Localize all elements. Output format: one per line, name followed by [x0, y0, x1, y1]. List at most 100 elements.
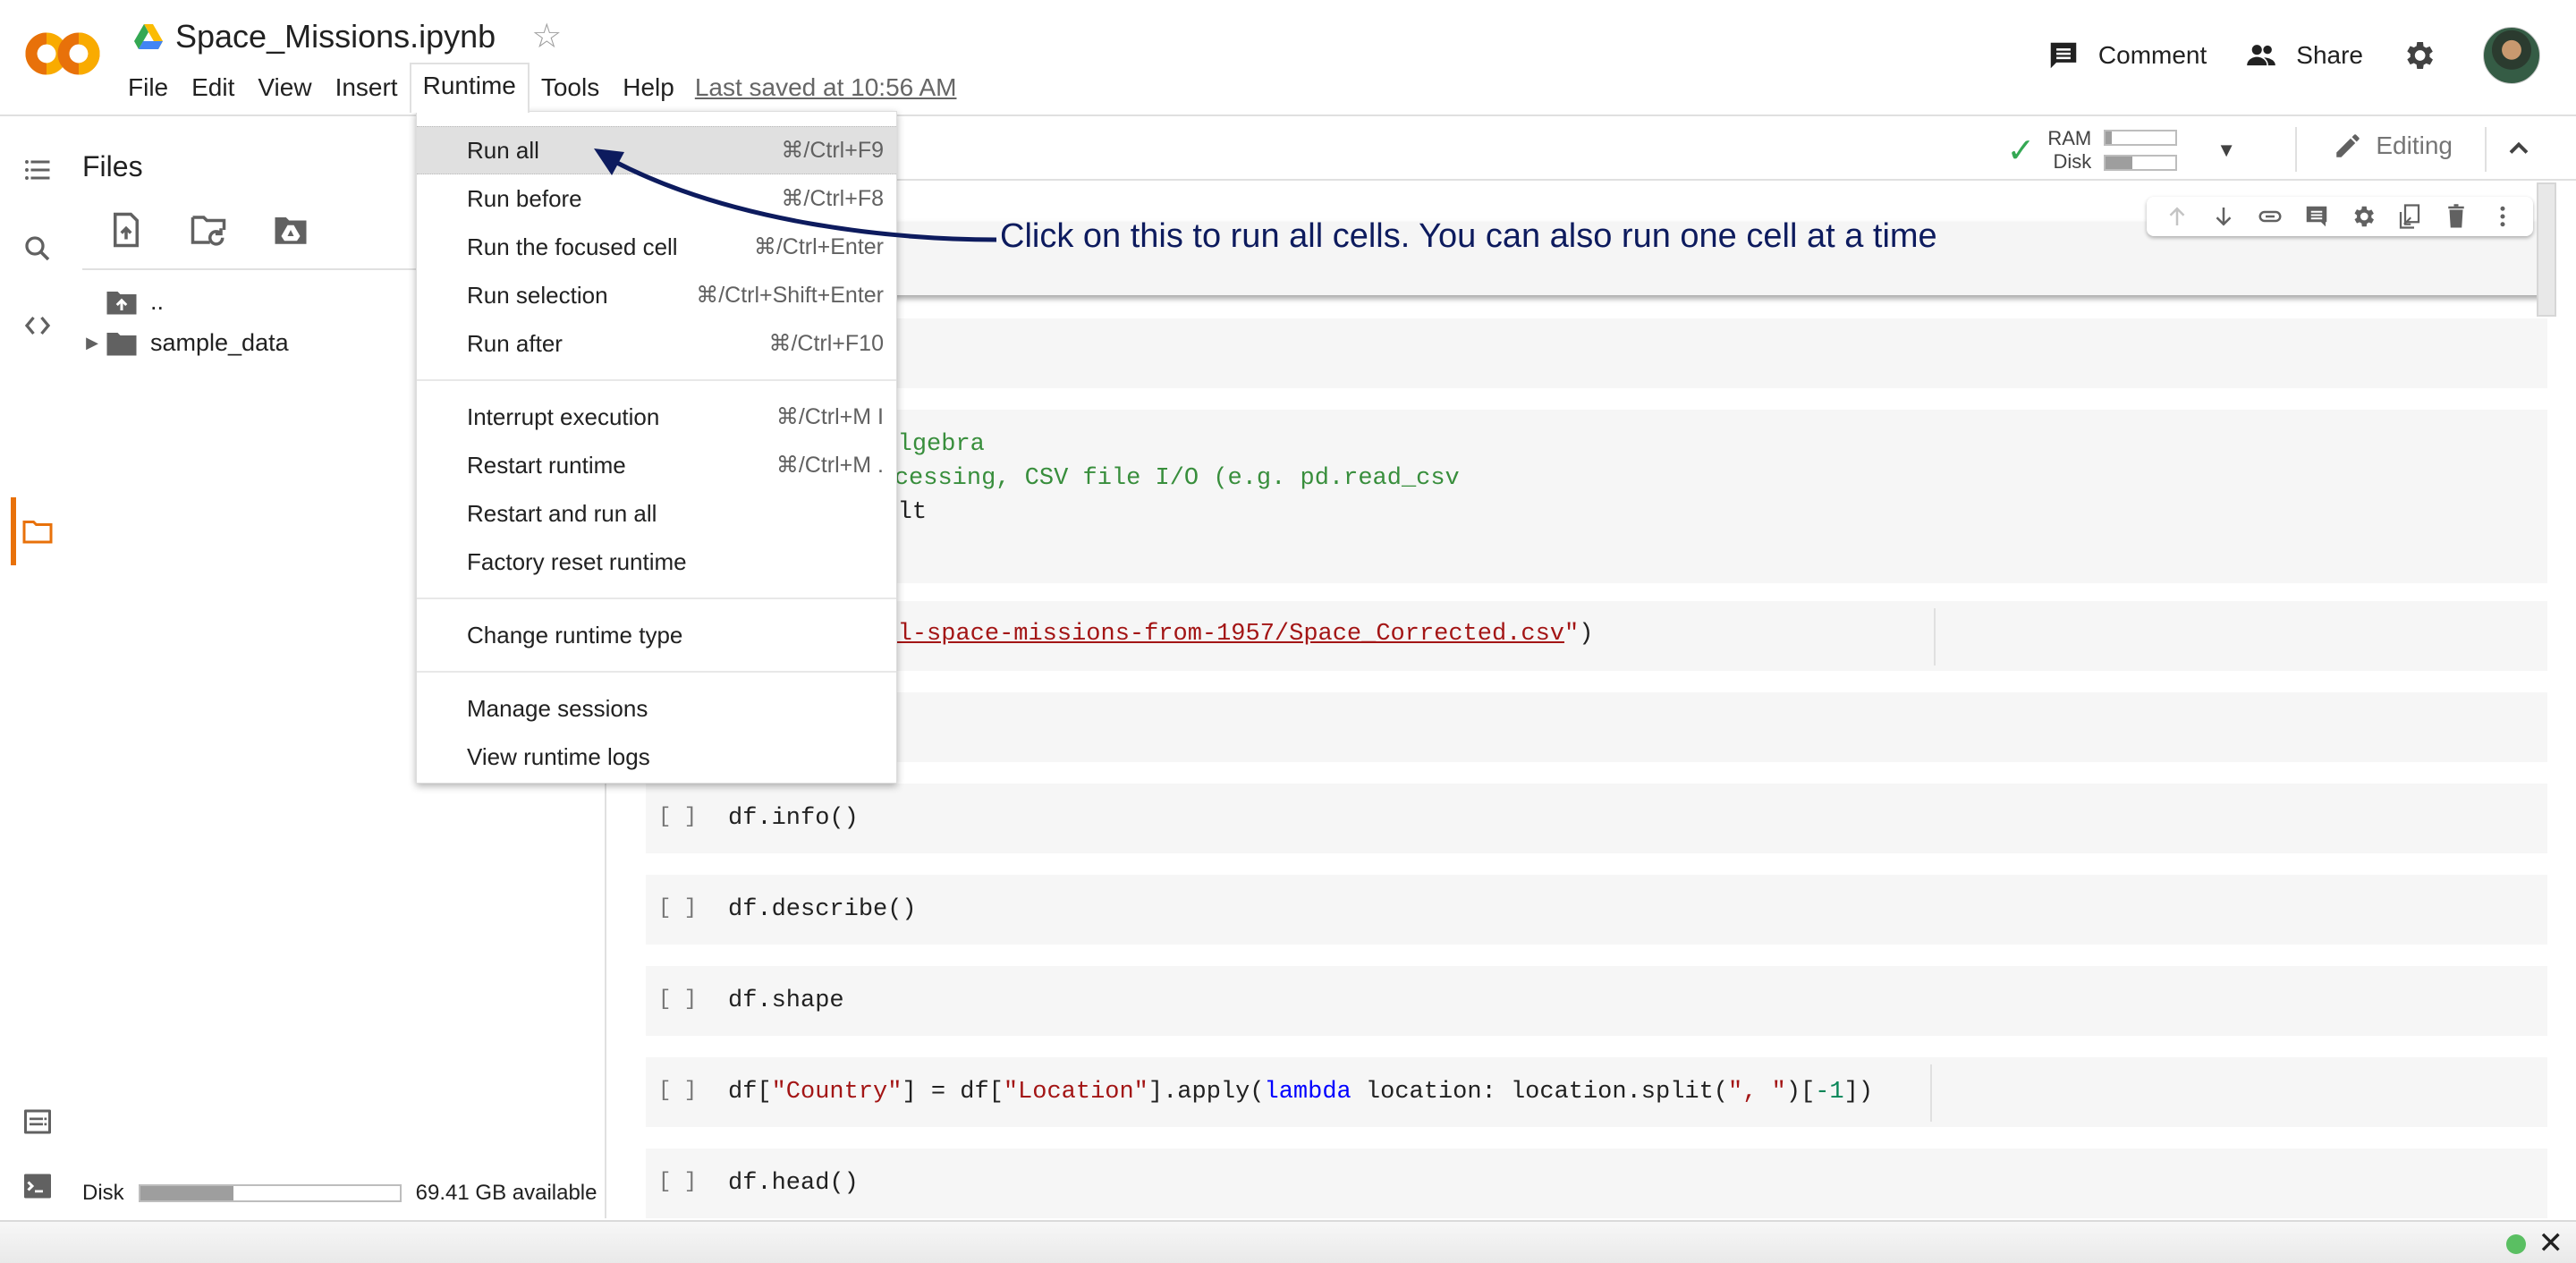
code-cell-info[interactable]: [ ] df.info() — [646, 784, 2547, 853]
more-options-icon[interactable] — [2489, 203, 2516, 230]
move-down-icon[interactable] — [2210, 203, 2237, 230]
menu-item-restart-and-run-all[interactable]: Restart and run all — [417, 489, 896, 538]
menu-item-run-before[interactable]: Run before ⌘/Ctrl+F8 — [417, 174, 896, 223]
cell-divider — [1930, 1064, 1932, 1122]
pencil-icon — [2336, 134, 2360, 157]
menu-item-label: Interrupt execution — [467, 403, 660, 430]
empty-cell[interactable] — [646, 692, 2547, 762]
runtime-menu: Run all ⌘/Ctrl+F9 Run before ⌘/Ctrl+F8 Run t… — [416, 111, 897, 784]
refresh-folder-icon[interactable] — [190, 211, 227, 249]
files-icon[interactable] — [21, 515, 54, 547]
chevron-up-icon[interactable] — [2503, 132, 2535, 165]
delete-icon[interactable] — [2443, 203, 2470, 230]
code-cell-read-csv[interactable]: d_csv("../input/all-space-missions-from-… — [637, 601, 2547, 671]
menu-item-label: Restart runtime — [467, 451, 626, 479]
menu-item-view-runtime-logs[interactable]: View runtime logs — [417, 733, 896, 781]
code-line: df.head() — [728, 1170, 859, 1197]
connection-status-icon — [2506, 1234, 2526, 1254]
empty-cell[interactable] — [646, 318, 2547, 388]
expand-caret-icon[interactable]: ▶ — [79, 334, 106, 352]
notebook-title[interactable]: Space_Missions.ipynb — [175, 18, 496, 55]
menu-item-manage-sessions[interactable]: Manage sessions — [417, 684, 896, 733]
menu-help[interactable]: Help — [611, 66, 686, 109]
menu-insert[interactable]: Insert — [324, 66, 410, 109]
menu-item-run-after[interactable]: Run after ⌘/Ctrl+F10 — [417, 319, 896, 368]
ram-usage-bar — [2104, 130, 2178, 146]
menu-tools[interactable]: Tools — [530, 66, 611, 109]
menu-runtime[interactable]: Runtime — [409, 63, 530, 113]
menu-separator — [417, 379, 896, 381]
menu-item-factory-reset-runtime[interactable]: Factory reset runtime — [417, 538, 896, 586]
tree-item-sample-data[interactable]: ▶ sample_data — [79, 329, 289, 357]
menu-item-interrupt-execution[interactable]: Interrupt execution ⌘/Ctrl+M I — [417, 393, 896, 441]
disk-label: Disk — [82, 1181, 124, 1205]
notebook-cells: y as np # linear algebra as as pd # data… — [608, 182, 2558, 1218]
files-panel-title: Files — [82, 150, 143, 182]
terminal-icon[interactable] — [21, 1170, 54, 1202]
tree-item-label: .. — [150, 288, 165, 315]
status-bar: ✕ — [0, 1220, 2576, 1263]
mount-drive-icon[interactable] — [272, 211, 309, 249]
editing-mode-button[interactable]: Editing — [2333, 131, 2453, 161]
google-drive-icon — [134, 23, 163, 49]
search-icon[interactable] — [21, 233, 54, 265]
table-of-contents-icon[interactable] — [21, 154, 54, 186]
menu-item-restart-runtime[interactable]: Restart runtime ⌘/Ctrl+M . — [417, 441, 896, 489]
active-tab-indicator — [11, 497, 16, 565]
share-button[interactable]: Share — [2244, 38, 2363, 72]
vertical-scrollbar[interactable] — [2537, 182, 2556, 317]
connected-check-icon: ✓ — [2006, 131, 2036, 170]
mirror-cell-icon[interactable] — [2396, 203, 2423, 230]
last-saved-link[interactable]: Last saved at 10:56 AM — [695, 73, 957, 102]
upload-file-icon[interactable] — [107, 211, 145, 249]
toolbar-separator — [2295, 127, 2297, 172]
code-cell-head[interactable]: [ ] df.head() — [646, 1149, 2547, 1218]
close-icon[interactable]: ✕ — [2538, 1225, 2564, 1261]
run-cell-button[interactable]: [ ] — [658, 896, 697, 920]
menu-item-label: Run all — [467, 136, 539, 164]
settings-button[interactable] — [2401, 38, 2436, 73]
disk-usage-fill — [2106, 157, 2132, 169]
menu-item-run-the-focused-cell[interactable]: Run the focused cell ⌘/Ctrl+Enter — [417, 223, 896, 271]
people-icon — [2247, 45, 2276, 66]
menu-view[interactable]: View — [246, 66, 323, 109]
tree-item-parent[interactable]: .. — [79, 288, 164, 316]
menu-item-change-runtime-type[interactable]: Change runtime type — [417, 611, 896, 659]
run-cell-button[interactable]: [ ] — [658, 805, 697, 829]
run-cell-button[interactable]: [ ] — [658, 1170, 697, 1194]
dropdown-arrow-icon[interactable]: ▼ — [2216, 139, 2236, 162]
menu-item-run-all[interactable]: Run all ⌘/Ctrl+F9 — [417, 126, 896, 174]
colab-logo[interactable] — [25, 29, 100, 79]
toolbar-separator — [2485, 127, 2487, 172]
code-snippets-icon[interactable] — [21, 309, 54, 342]
code-cell-country[interactable]: [ ] df["Country"] = df["Location"].apply… — [646, 1057, 2547, 1127]
folder-icon — [106, 332, 137, 355]
menu-item-label: Restart and run all — [467, 499, 657, 527]
menu-item-run-selection[interactable]: Run selection ⌘/Ctrl+Shift+Enter — [417, 271, 896, 319]
menu-item-label: Run the focused cell — [467, 233, 678, 260]
run-cell-button[interactable]: [ ] — [658, 988, 697, 1012]
menu-file[interactable]: File — [116, 66, 180, 109]
menu-item-shortcut: ⌘/Ctrl+M . — [775, 453, 884, 478]
comment-icon[interactable] — [2303, 203, 2330, 230]
gear-icon[interactable] — [2350, 203, 2377, 230]
menu-item-label: Manage sessions — [467, 694, 648, 722]
code-cell-imports[interactable]: y as np # linear algebra as as pd # data… — [619, 410, 2547, 583]
user-avatar[interactable] — [2483, 27, 2540, 84]
comment-icon — [2050, 42, 2077, 69]
menu-edit[interactable]: Edit — [180, 66, 246, 109]
command-palette-icon[interactable] — [21, 1106, 54, 1138]
code-cell-shape[interactable]: [ ] df.shape — [646, 966, 2547, 1036]
cell-divider — [1934, 608, 1936, 665]
share-label: Share — [2296, 41, 2363, 69]
star-icon[interactable]: ☆ — [531, 16, 562, 56]
comment-button[interactable]: Comment — [2046, 38, 2207, 72]
notebook-toolbar: ✓ RAM Disk ▼ Editing — [608, 118, 2576, 181]
code-cell-describe[interactable]: [ ] df.describe() — [646, 875, 2547, 945]
cell-toolbar — [2147, 197, 2533, 236]
resources-indicator[interactable]: ✓ RAM Disk ▼ — [2006, 127, 2236, 174]
menu-separator — [417, 671, 896, 673]
run-cell-button[interactable]: [ ] — [658, 1079, 697, 1103]
link-icon[interactable] — [2257, 203, 2284, 230]
move-up-icon[interactable] — [2164, 203, 2190, 230]
